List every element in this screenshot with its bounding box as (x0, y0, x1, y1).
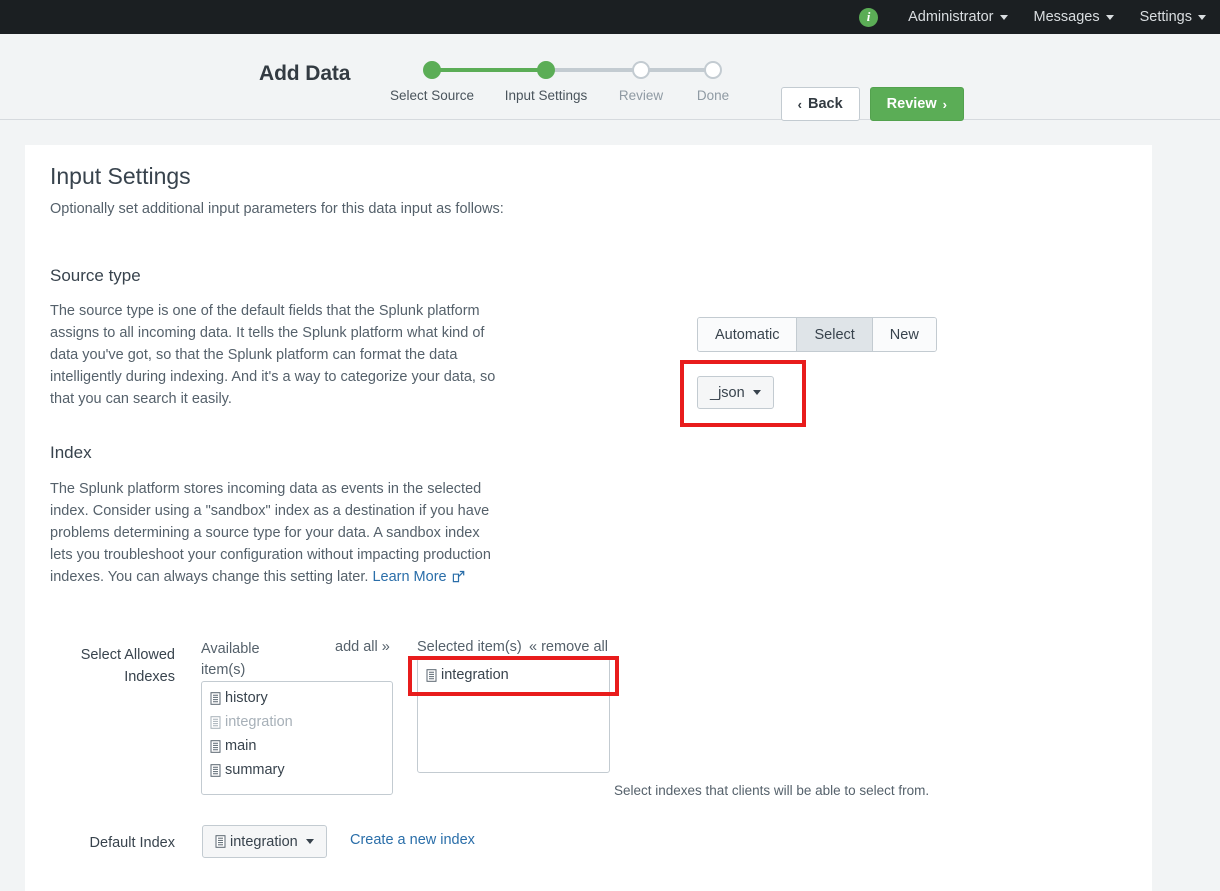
review-button[interactable]: Review › (869, 87, 964, 121)
wizard-action-buttons: ‹ Back Review › (780, 87, 964, 121)
step-dot-icon (704, 61, 722, 79)
topbar-settings-label: Settings (1139, 9, 1192, 25)
source-type-mode-new[interactable]: New (872, 318, 936, 351)
source-type-mode-automatic[interactable]: Automatic (698, 318, 798, 351)
index-icon (210, 691, 221, 705)
available-items-header: Available item(s) (201, 641, 260, 678)
top-navigation-bar: i Administrator Messages Settings (0, 0, 1220, 34)
index-icon (426, 668, 437, 682)
wizard-step-label: Done (696, 88, 730, 103)
chevron-down-icon (999, 14, 1008, 20)
list-item[interactable]: history (202, 686, 392, 710)
source-type-dropdown-value: _json (710, 384, 745, 401)
selected-items-header: Selected item(s) (417, 639, 522, 655)
list-item-label: integration (225, 714, 293, 730)
step-dot-icon (537, 61, 555, 79)
wizard-step-label: Select Source (390, 88, 475, 103)
wizard-step-input-settings[interactable]: Input Settings (504, 56, 588, 103)
external-link-icon (452, 568, 465, 590)
topbar-messages-label: Messages (1033, 9, 1100, 25)
available-indexes-listbox[interactable]: history integration main summary (201, 681, 393, 795)
allowed-indexes-helper-text: Select indexes that clients will be able… (614, 783, 930, 798)
chevron-down-icon (752, 390, 761, 395)
list-item-label: history (225, 690, 268, 706)
list-item-label: integration (441, 667, 509, 683)
index-icon (210, 763, 221, 777)
source-type-mode-selector: Automatic Select New (697, 317, 937, 352)
page-subtitle: Optionally set additional input paramete… (50, 201, 504, 217)
list-item-label: main (225, 738, 257, 754)
source-type-heading: Source type (50, 266, 141, 285)
step-dot-icon (423, 61, 441, 79)
wizard-title: Add Data (259, 62, 351, 85)
create-new-index-link[interactable]: Create a new index (350, 832, 475, 848)
chevron-down-icon (305, 839, 314, 844)
chevron-right-icon: › (942, 96, 947, 112)
list-item: integration (202, 710, 392, 734)
chevron-down-icon (1198, 14, 1206, 20)
select-allowed-indexes-label: Select Allowed Indexes (80, 647, 175, 685)
list-item[interactable]: summary (202, 758, 392, 782)
selected-indexes-listbox[interactable]: integration (417, 658, 610, 773)
remove-all-link[interactable]: « remove all (529, 639, 608, 655)
source-type-mode-select[interactable]: Select (797, 318, 873, 351)
index-description: The Splunk platform stores incoming data… (50, 478, 496, 590)
index-heading: Index (50, 443, 92, 462)
list-item[interactable]: integration (418, 663, 609, 687)
chevron-down-icon (1105, 14, 1114, 20)
page-title: Input Settings (50, 163, 191, 189)
default-index-label: Default Index (89, 835, 175, 851)
review-button-label: Review (886, 96, 937, 112)
index-icon (210, 715, 221, 729)
wizard-step-select-source[interactable]: Select Source (390, 56, 474, 103)
topbar-item-messages[interactable]: Messages (1034, 9, 1114, 25)
list-item-label: summary (225, 762, 285, 778)
source-type-dropdown[interactable]: _json (697, 376, 774, 409)
learn-more-link[interactable]: Learn More (372, 569, 464, 585)
info-icon[interactable]: i (859, 7, 879, 27)
topbar-item-administrator[interactable]: Administrator (908, 9, 1008, 25)
topbar-item-settings[interactable]: Settings (1140, 9, 1206, 25)
source-type-description: The source type is one of the default fi… (50, 303, 496, 407)
wizard-header: Add Data Select Source Input Settings Re… (0, 34, 1220, 121)
wizard-step-label: Input Settings (504, 88, 588, 103)
index-icon (215, 835, 226, 848)
wizard-step-indicator: Select Source Input Settings Review Done (390, 56, 735, 114)
default-index-value: integration (230, 833, 298, 850)
default-index-dropdown[interactable]: integration (202, 825, 327, 858)
add-all-link[interactable]: add all » (335, 639, 390, 655)
chevron-left-icon: ‹ (797, 96, 802, 112)
list-item[interactable]: main (202, 734, 392, 758)
back-button-label: Back (808, 96, 843, 112)
topbar-administrator-label: Administrator (908, 9, 994, 25)
input-settings-card: Input Settings Optionally set additional… (25, 145, 1152, 891)
wizard-step-done[interactable]: Done (671, 56, 755, 103)
learn-more-label: Learn More (372, 569, 447, 585)
index-icon (210, 739, 221, 753)
back-button[interactable]: ‹ Back (780, 87, 860, 121)
step-dot-icon (632, 61, 650, 79)
